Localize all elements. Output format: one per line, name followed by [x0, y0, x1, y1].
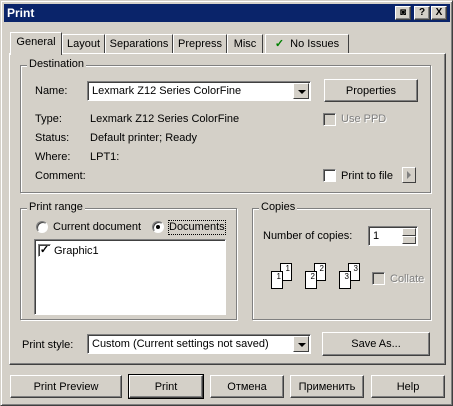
copies-stepper[interactable]: 1	[368, 226, 418, 246]
use-ppd-label: Use PPD	[341, 113, 387, 125]
tab-layout[interactable]: Layout	[62, 34, 105, 54]
chevron-down-icon[interactable]	[293, 83, 309, 99]
collate-label: Collate	[390, 273, 425, 285]
documents-label: Documents	[168, 220, 226, 235]
window-title: Print	[7, 6, 35, 20]
print-range-group-title: Print range	[27, 201, 85, 213]
type-value: Lexmark Z12 Series ColorFine	[90, 113, 240, 125]
tab-misc[interactable]: Misc	[227, 34, 263, 54]
number-of-copies-label: Number of copies:	[263, 230, 353, 242]
save-as-button[interactable]: Save As...	[322, 332, 430, 356]
collate-checkbox[interactable]	[372, 272, 385, 285]
status-label: Status:	[35, 132, 70, 144]
tab-prepress[interactable]: Prepress	[173, 34, 227, 54]
comment-label: Comment:	[35, 170, 86, 182]
page-3-front: 3	[339, 271, 351, 289]
copies-group-title: Copies	[259, 201, 298, 213]
print-dialog: Print ◙ ? X General Layout Separations P…	[0, 0, 453, 406]
print-to-file-label: Print to file	[341, 170, 393, 182]
current-document-label: Current document	[53, 221, 142, 233]
chevron-down-icon[interactable]	[293, 336, 309, 352]
tab-no-issues[interactable]: ✓ No Issues	[265, 34, 349, 54]
issues-check-icon: ✓	[274, 38, 285, 50]
graphic1-checkbox[interactable]: ✓	[38, 244, 51, 257]
where-label: Where:	[35, 151, 71, 163]
list-item[interactable]: Graphic1	[54, 245, 99, 258]
destination-group-title: Destination	[27, 58, 87, 70]
where-value: LPT1:	[90, 151, 120, 163]
tab-separations[interactable]: Separations	[105, 34, 173, 54]
page-2-front: 2	[305, 271, 317, 289]
copies-group: Copies	[252, 201, 431, 320]
page-1-front: 1	[271, 271, 283, 289]
tab-general[interactable]: General	[10, 32, 62, 55]
print-style-select[interactable]: Custom (Current settings not saved)	[87, 334, 311, 354]
close-icon[interactable]: X	[431, 6, 447, 20]
documents-list[interactable]: ✓ Graphic1	[34, 239, 226, 315]
properties-button[interactable]: Properties	[324, 79, 418, 102]
use-ppd-checkbox[interactable]	[323, 113, 336, 126]
print-button[interactable]: Print	[128, 374, 204, 399]
context-help-icon[interactable]: ◙	[395, 6, 411, 20]
printer-name-select[interactable]: Lexmark Z12 Series ColorFine	[87, 81, 311, 101]
print-style-label: Print style:	[22, 339, 74, 351]
print-style-value: Custom (Current settings not saved)	[92, 338, 269, 350]
print-to-file-checkbox[interactable]	[323, 169, 336, 182]
help-button[interactable]: Help	[371, 375, 445, 398]
print-preview-button[interactable]: Print Preview	[10, 375, 122, 398]
help-icon[interactable]: ?	[414, 6, 430, 20]
spin-down-icon[interactable]	[402, 236, 416, 244]
documents-radio[interactable]	[152, 221, 164, 233]
name-label: Name:	[35, 85, 68, 97]
spin-up-icon[interactable]	[402, 228, 416, 236]
type-label: Type:	[35, 113, 62, 125]
copies-value: 1	[373, 230, 380, 242]
current-document-radio[interactable]	[36, 221, 48, 233]
cancel-button[interactable]: Отмена	[210, 375, 284, 398]
status-value: Default printer; Ready	[90, 132, 197, 144]
printer-name-value: Lexmark Z12 Series ColorFine	[92, 85, 242, 97]
apply-button[interactable]: Применить	[290, 375, 364, 398]
print-to-file-options-arrow-icon[interactable]	[402, 167, 416, 183]
title-bar[interactable]: Print ◙ ? X	[4, 4, 450, 22]
